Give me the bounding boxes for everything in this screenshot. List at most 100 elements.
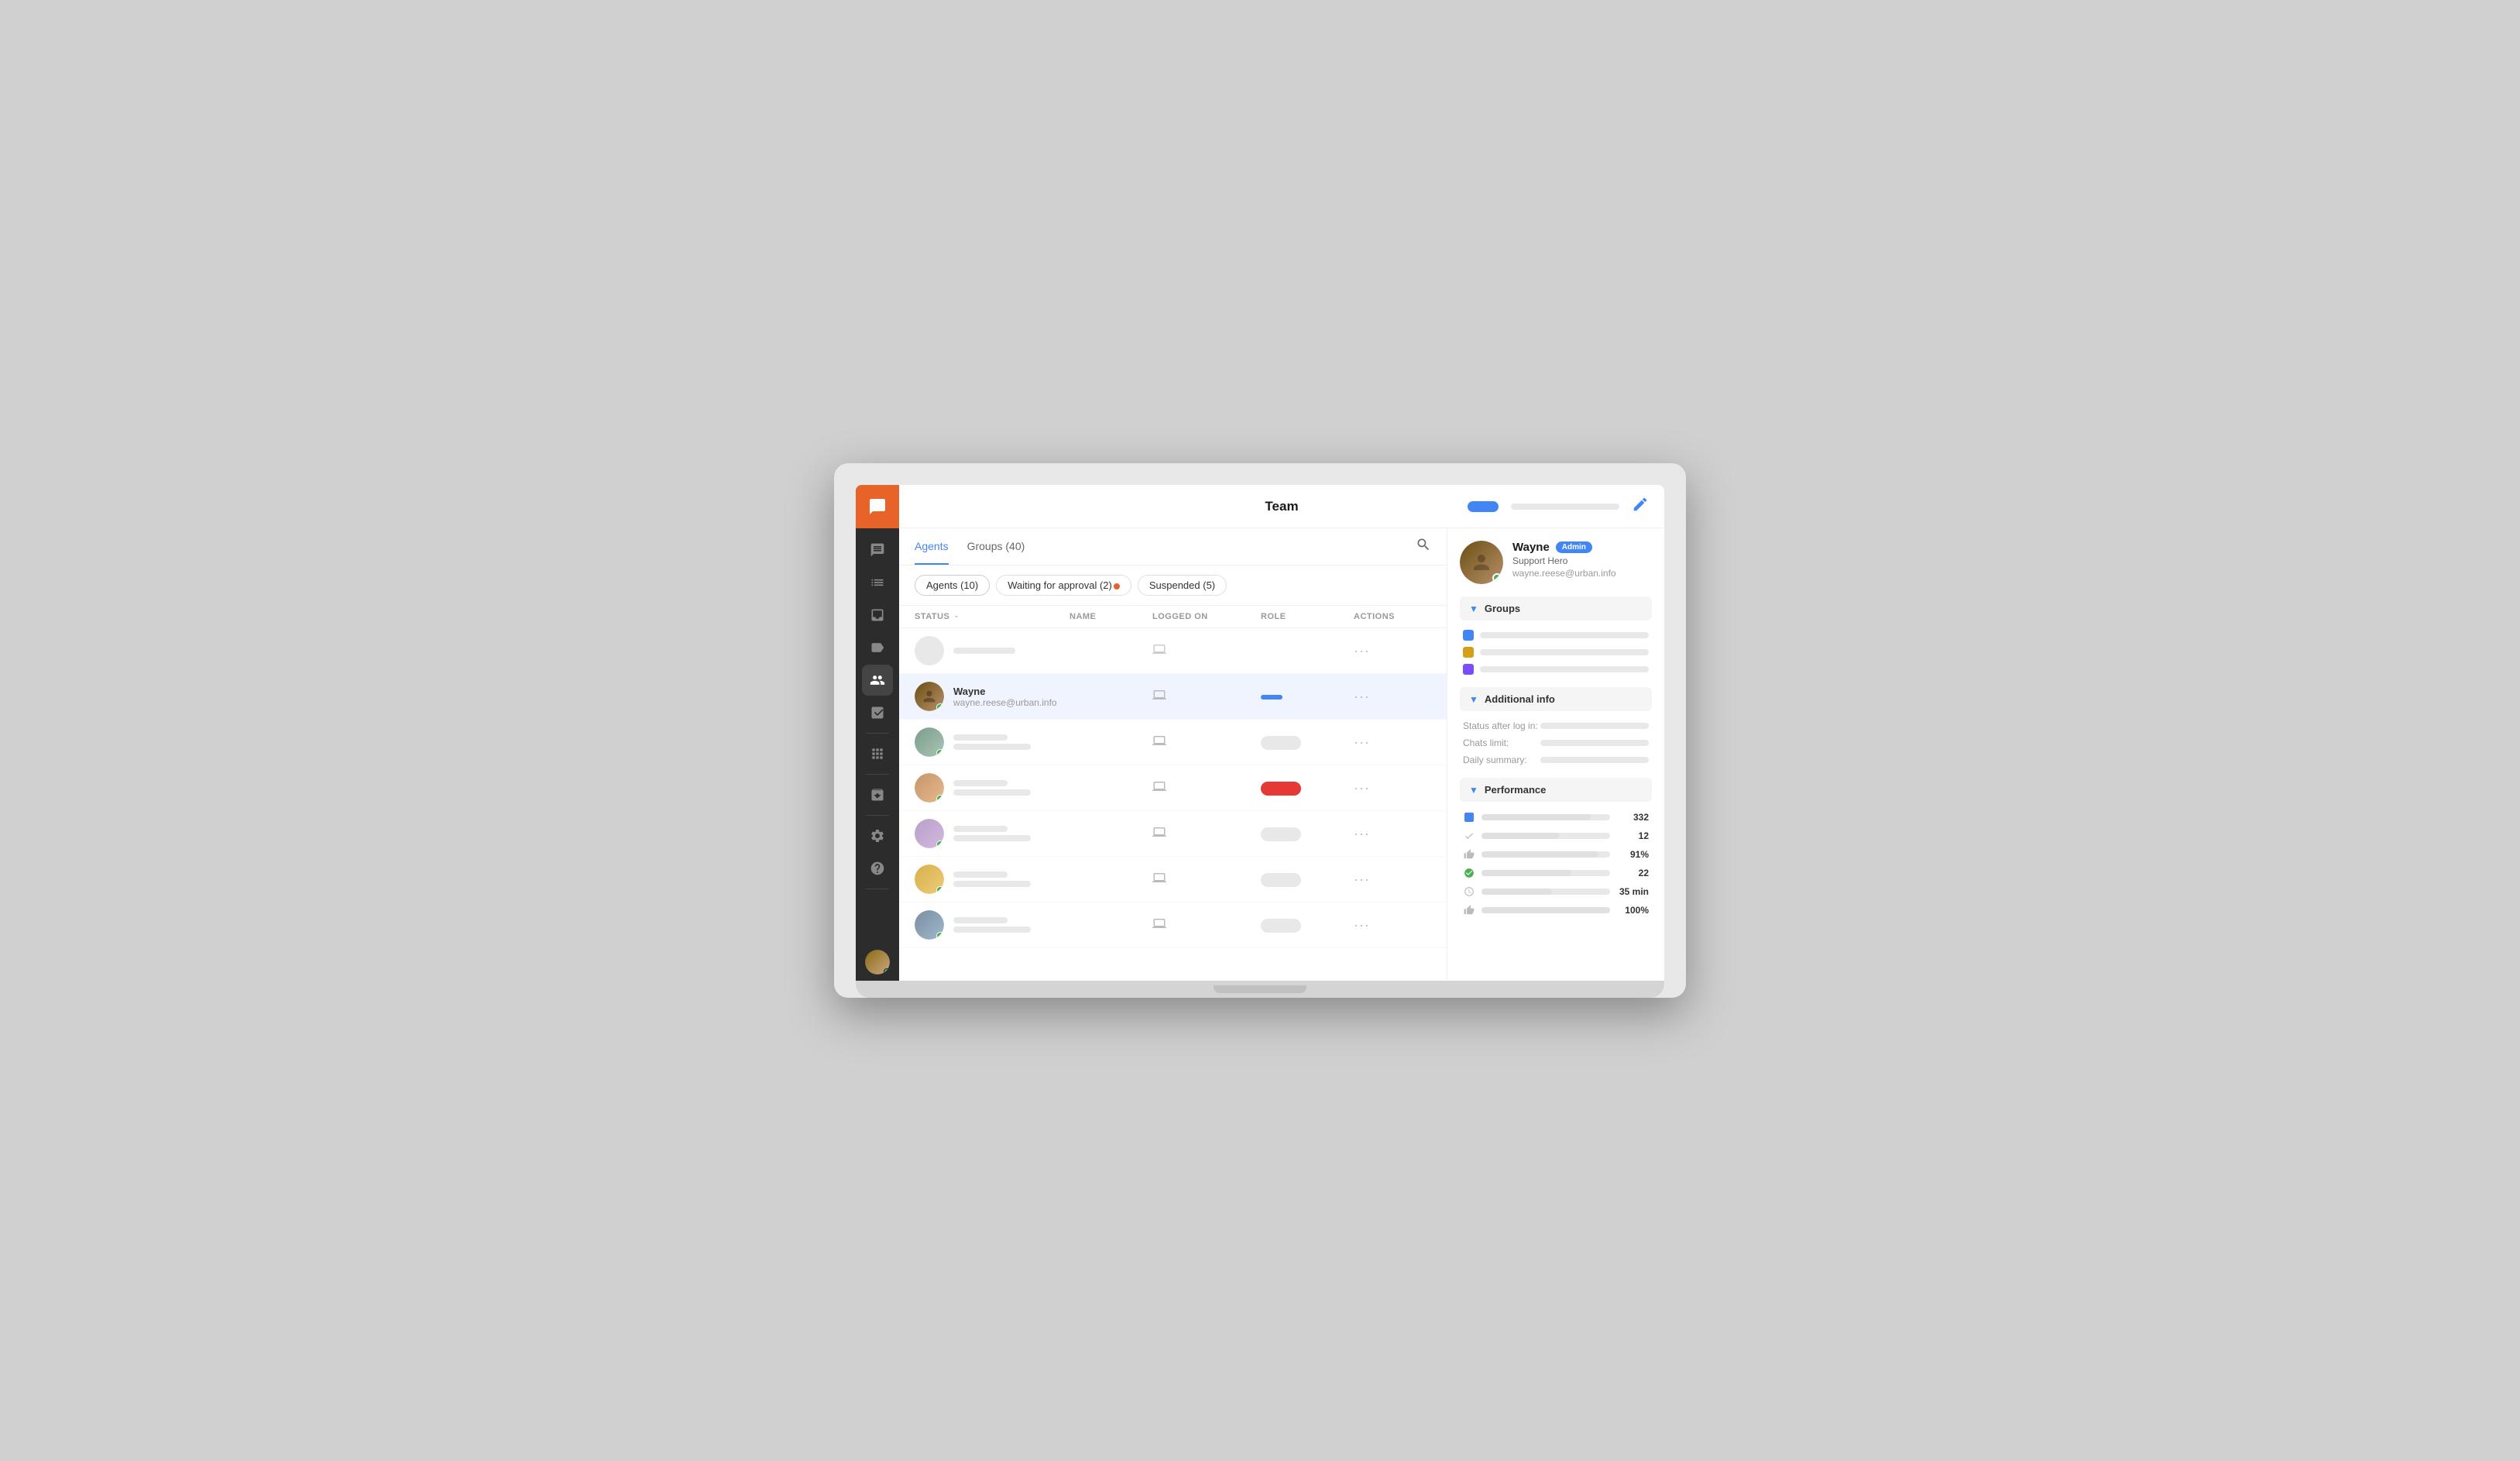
right-panel: Wayne Admin Support Hero wayne.reese@urb…: [1447, 528, 1664, 981]
group-name: [1480, 666, 1649, 672]
sidebar-item-archive[interactable]: [862, 779, 893, 810]
logged-on-cell: [1152, 916, 1261, 934]
more-actions-button[interactable]: ···: [1354, 734, 1431, 751]
info-value: [1540, 740, 1649, 746]
sidebar-item-reports[interactable]: [862, 697, 893, 728]
agent-cell: [915, 910, 1069, 940]
placeholder-email: [953, 744, 1031, 750]
placeholder-name: [953, 826, 1008, 832]
sidebar-item-team[interactable]: [862, 665, 893, 696]
table-row[interactable]: ···: [899, 720, 1447, 765]
perf-bar: [1481, 814, 1591, 820]
filter-agents[interactable]: Agents (10): [915, 575, 990, 596]
perf-item-rating: 100%: [1463, 904, 1649, 916]
perf-item-chats: 332: [1463, 811, 1649, 823]
agent-info-wayne: Wayne wayne.reese@urban.info: [953, 686, 1057, 708]
header-search-bar: [1511, 504, 1619, 510]
perf-item-resolved: 22: [1463, 867, 1649, 879]
perf-value-satisfaction: 91%: [1616, 849, 1649, 860]
placeholder-name: [953, 780, 1008, 786]
sidebar-item-inbox[interactable]: [862, 600, 893, 631]
info-label: Chats limit:: [1463, 737, 1540, 748]
tab-agents[interactable]: Agents: [915, 529, 949, 565]
role-cell: [1261, 735, 1354, 750]
table-row[interactable]: ···: [899, 857, 1447, 902]
more-actions-button[interactable]: ···: [1354, 917, 1431, 933]
role-badge-grey: [1261, 919, 1301, 933]
sidebar-item-grid[interactable]: [862, 738, 893, 769]
divider-2: [866, 774, 889, 775]
agent-cell: [915, 636, 1069, 665]
table-row[interactable]: Wayne wayne.reese@urban.info: [899, 674, 1447, 720]
more-actions-button[interactable]: ···: [1354, 689, 1431, 705]
placeholder-name: [953, 871, 1008, 878]
performance-section-header[interactable]: ▼ Performance: [1460, 778, 1652, 802]
performance-label: Performance: [1485, 784, 1546, 796]
perf-value-rating: 100%: [1616, 905, 1649, 916]
perf-bar: [1481, 851, 1598, 858]
group-color: [1463, 647, 1474, 658]
table-row[interactable]: ···: [899, 902, 1447, 948]
logged-on-cell: [1152, 871, 1261, 889]
more-actions-button[interactable]: ···: [1354, 871, 1431, 888]
more-actions-button[interactable]: ···: [1354, 643, 1431, 659]
table-row[interactable]: ···: [899, 765, 1447, 811]
groups-section-header[interactable]: ▼ Groups: [1460, 596, 1652, 620]
agent-cell: [915, 727, 1069, 757]
placeholder-email: [953, 881, 1031, 887]
logged-on-cell: [1152, 734, 1261, 751]
sidebar-item-chat[interactable]: [862, 535, 893, 565]
filter-suspended[interactable]: Suspended (5): [1138, 575, 1227, 596]
sidebar-item-list[interactable]: [862, 567, 893, 598]
user-avatar-sidebar[interactable]: [865, 950, 890, 975]
perf-item-satisfaction: 91%: [1463, 848, 1649, 861]
thumbup2-icon: [1463, 904, 1475, 916]
perf-bar-container: [1481, 907, 1610, 913]
agent-avatar: [915, 773, 944, 803]
divider-1: [866, 733, 889, 734]
edit-icon[interactable]: [1632, 496, 1649, 517]
group-name: [1480, 632, 1649, 638]
agent-avatar-wayne: [915, 682, 944, 711]
sidebar-nav: [862, 528, 893, 950]
filter-bar: Agents (10) Waiting for approval (2) Sus…: [899, 565, 1447, 606]
agent-avatar: [915, 727, 944, 757]
sidebar-item-settings[interactable]: [862, 820, 893, 851]
header-action-button[interactable]: [1468, 501, 1499, 512]
agents-panel: Agents Groups (40) Agents (10) Waiting f…: [899, 528, 1447, 981]
perf-item-response-time: 35 min: [1463, 885, 1649, 898]
check-circle-icon: [1463, 867, 1475, 879]
group-item: [1463, 630, 1649, 641]
chat-icon: [1463, 811, 1475, 823]
sidebar-item-help[interactable]: [862, 853, 893, 884]
perf-bar: [1481, 907, 1610, 913]
online-status: [936, 703, 944, 711]
table-row[interactable]: ···: [899, 628, 1447, 674]
col-status: STATUS: [915, 612, 1069, 621]
more-actions-button[interactable]: ···: [1354, 780, 1431, 796]
agent-cell: Wayne wayne.reese@urban.info: [915, 682, 1069, 711]
placeholder-email: [953, 835, 1031, 841]
info-value: [1540, 723, 1649, 729]
search-icon[interactable]: [1416, 537, 1431, 556]
sidebar: [856, 485, 899, 981]
perf-bar-container: [1481, 851, 1610, 858]
tab-groups[interactable]: Groups (40): [967, 529, 1025, 565]
additional-info-section-header[interactable]: ▼ Additional info: [1460, 687, 1652, 711]
table-row[interactable]: ···: [899, 811, 1447, 857]
perf-bar: [1481, 833, 1559, 839]
waiting-dot: [1114, 583, 1120, 590]
agent-cell: [915, 865, 1069, 894]
logged-on-cell: [1152, 825, 1261, 843]
agent-avatar: [915, 819, 944, 848]
filter-waiting[interactable]: Waiting for approval (2): [996, 575, 1131, 596]
online-status: [936, 795, 944, 803]
perf-bar: [1481, 870, 1571, 876]
col-name: NAME: [1069, 612, 1152, 621]
role-badge-grey: [1261, 873, 1301, 887]
group-name: [1480, 649, 1649, 655]
logo[interactable]: [856, 485, 899, 528]
sidebar-item-tags[interactable]: [862, 632, 893, 663]
more-actions-button[interactable]: ···: [1354, 826, 1431, 842]
online-status: [936, 841, 944, 848]
